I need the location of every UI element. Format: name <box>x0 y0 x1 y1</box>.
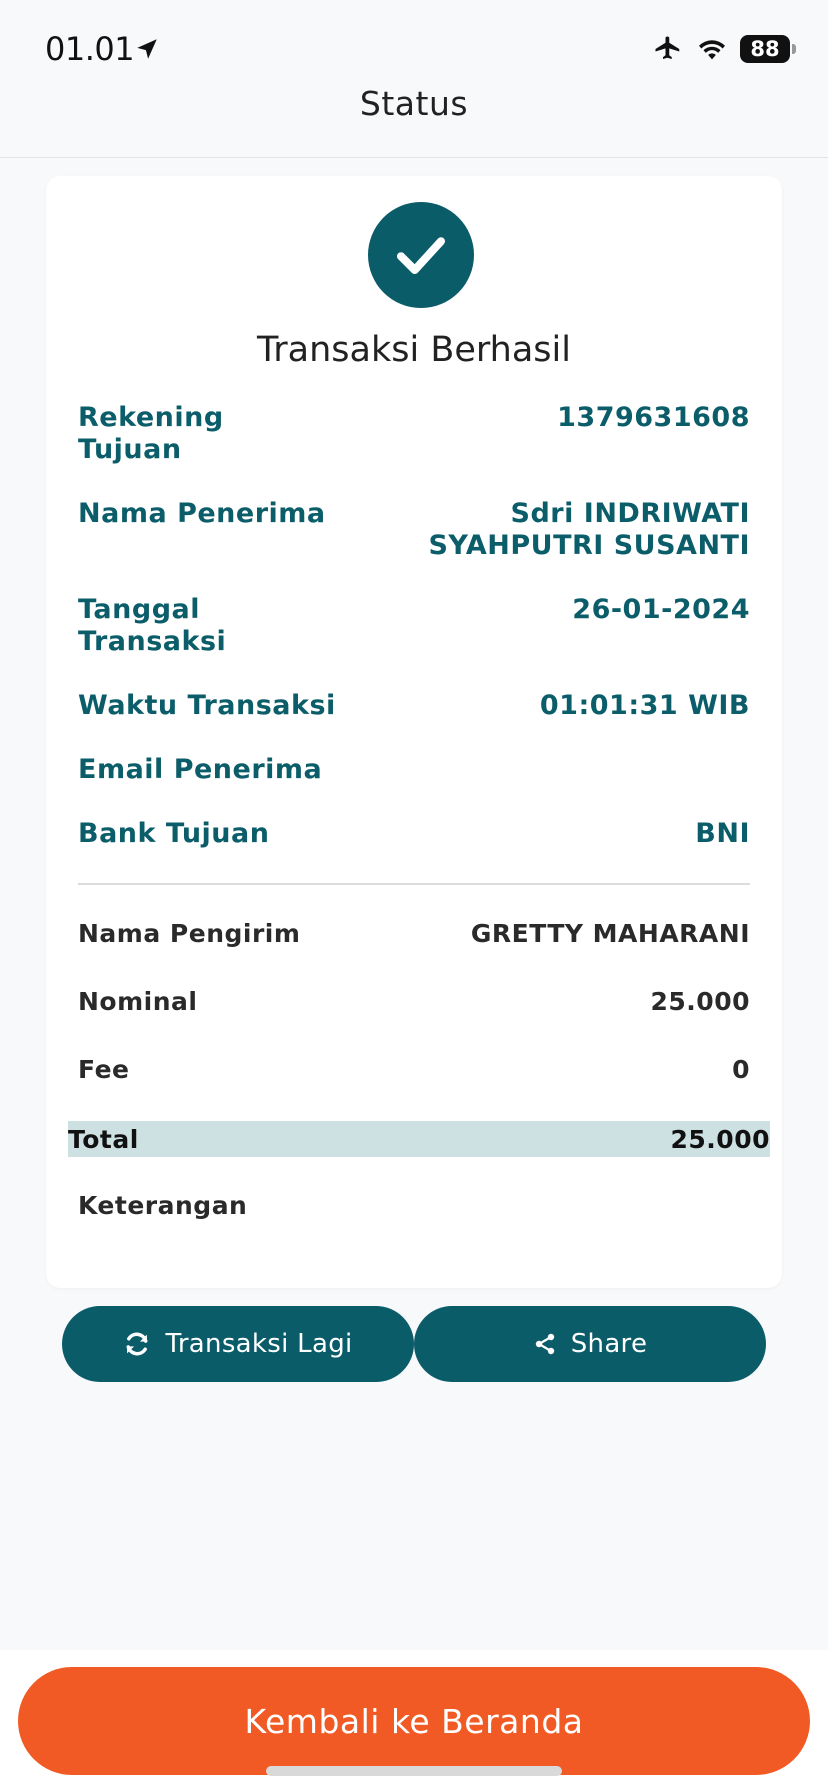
header-divider <box>0 157 828 158</box>
total-label: Total <box>68 1124 139 1154</box>
detail-row-account: Rekening Tujuan 1379631608 <box>78 402 750 466</box>
airplane-icon <box>655 36 680 59</box>
detail-row-bank: Bank Tujuan BNI <box>78 818 750 850</box>
wifi-icon <box>699 40 725 60</box>
detail-label: Bank Tujuan <box>78 818 270 849</box>
detail-label: Email Penerima <box>78 754 323 785</box>
summary-value: 0 <box>732 1055 750 1084</box>
summary-row-nominal: Nominal 25.000 <box>78 987 750 1017</box>
clock: 01.01 <box>45 30 135 68</box>
summary-row-total: Total 25.000 <box>68 1121 770 1157</box>
battery-icon: 88 <box>740 35 796 63</box>
detail-row-recipient: Nama Penerima Sdri INDRIWATI SYAHPUTRI S… <box>78 498 750 562</box>
summary-row-fee: Fee 0 <box>78 1055 750 1085</box>
refresh-icon <box>126 1332 148 1356</box>
total-value: 25.000 <box>670 1124 770 1154</box>
status-icons: 88 <box>652 34 796 64</box>
summary-label: Nama Pengirim <box>78 919 301 948</box>
section-divider <box>78 883 750 885</box>
home-indicator <box>266 1766 562 1776</box>
detail-row-date: Tanggal Transaksi 26-01-2024 <box>78 594 750 658</box>
summary-row-note: Keterangan <box>78 1191 750 1221</box>
status-screen: 01.01 88 Status Transaksi Berhasil Reken… <box>0 0 828 1792</box>
success-check-icon <box>368 202 474 308</box>
detail-value: 01:01:31 WIB <box>539 690 750 721</box>
summary-value: GRETTY MAHARANI <box>470 919 750 948</box>
back-to-home-button[interactable]: Kembali ke Beranda <box>18 1667 810 1775</box>
detail-label: Tanggal Transaksi <box>78 594 227 657</box>
transaction-again-button[interactable]: Transaksi Lagi <box>62 1306 414 1382</box>
detail-value: Sdri INDRIWATI SYAHPUTRI SUSANTI <box>428 498 750 561</box>
summary-label: Fee <box>78 1055 130 1084</box>
page-title: Status <box>359 84 469 123</box>
detail-label: Rekening Tujuan <box>78 402 224 465</box>
receipt-card: Transaksi Berhasil Rekening Tujuan 13796… <box>46 176 782 1288</box>
detail-value: 1379631608 <box>557 402 750 433</box>
transaction-again-label: Transaksi Lagi <box>165 1329 353 1359</box>
share-button[interactable]: Share <box>414 1306 766 1382</box>
detail-label: Waktu Transaksi <box>78 690 336 721</box>
detail-row-email: Email Penerima <box>78 754 750 786</box>
share-label: Share <box>570 1329 648 1359</box>
share-icon <box>535 1333 554 1355</box>
detail-value: BNI <box>695 818 750 849</box>
detail-row-time: Waktu Transaksi 01:01:31 WIB <box>78 690 750 722</box>
summary-label: Keterangan <box>78 1191 248 1220</box>
summary-row-sender: Nama Pengirim GRETTY MAHARANI <box>78 919 750 949</box>
summary-label: Nominal <box>78 987 198 1016</box>
detail-value: 26-01-2024 <box>572 594 750 625</box>
checkmark-icon <box>397 237 445 274</box>
transaction-status-title: Transaksi Berhasil <box>257 330 571 370</box>
detail-label: Nama Penerima <box>78 498 326 529</box>
summary-value: 25.000 <box>650 987 750 1016</box>
location-arrow-icon <box>137 39 157 59</box>
